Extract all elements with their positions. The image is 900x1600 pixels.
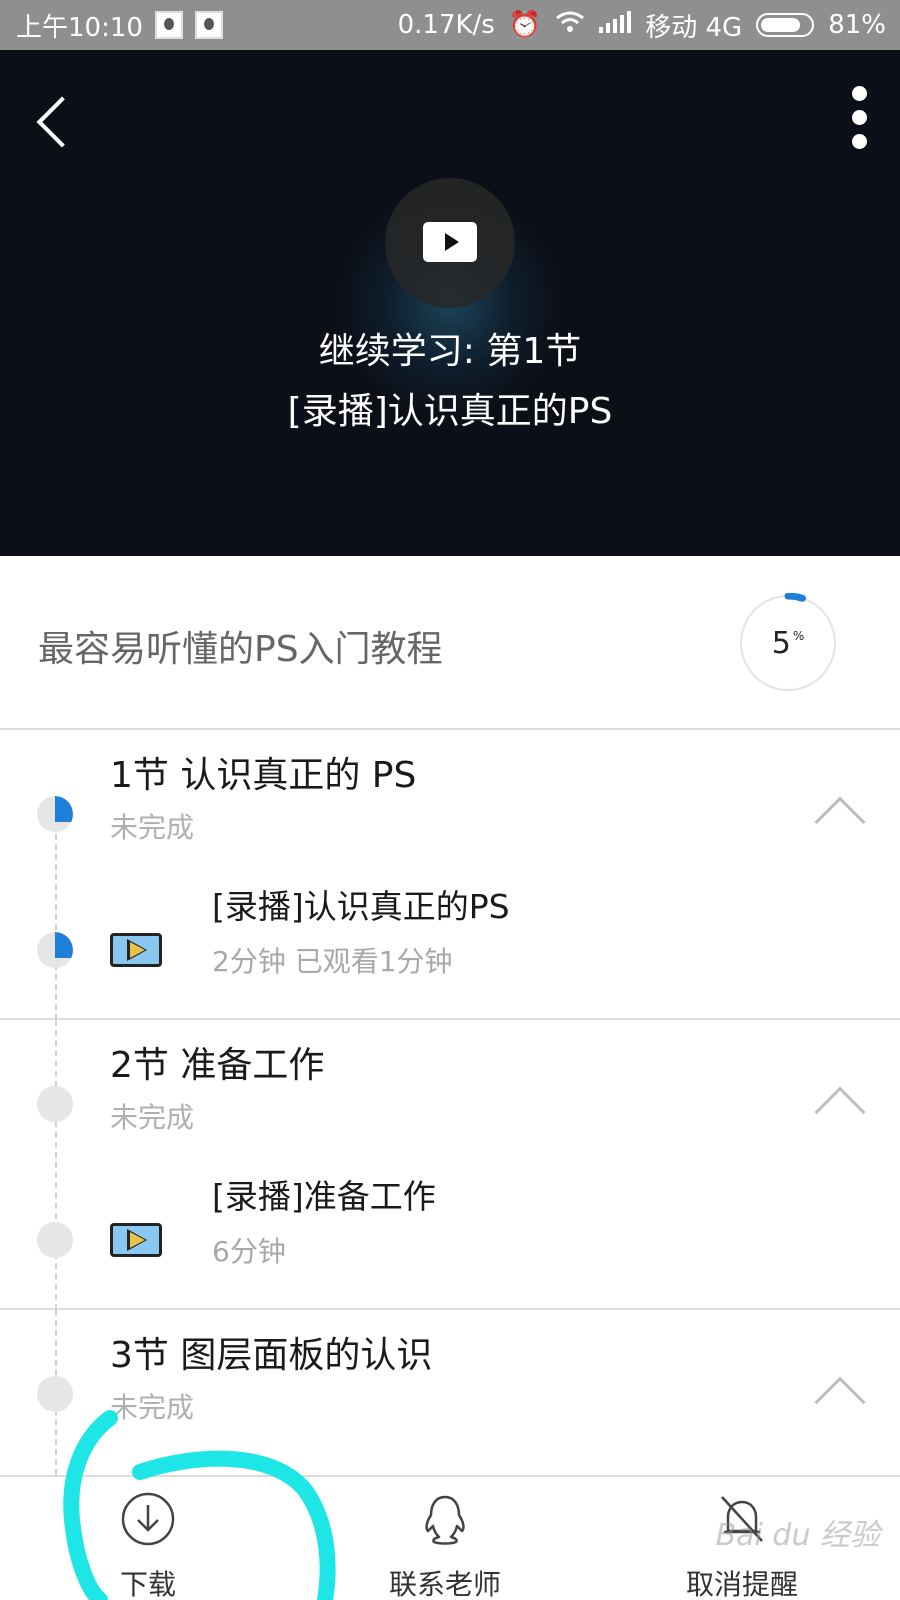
continue-learning-label: 继续学习: 第1节 <box>318 331 582 372</box>
network-speed: 0.17K/s <box>397 10 495 40</box>
section-status: 未完成 <box>110 1391 195 1424</box>
notification-thumbnail-icon <box>154 11 183 39</box>
more-options-button[interactable] <box>840 86 880 150</box>
section-title: 2节 准备工作 <box>110 1045 325 1086</box>
course-title: 最容易听懂的PS入门教程 <box>38 629 443 670</box>
section-progress-icon <box>37 1376 73 1412</box>
status-time: 上午10:10 <box>16 12 143 43</box>
carrier-label: 移动 4G <box>645 12 743 43</box>
contact-teacher-button[interactable]: 联系老师 <box>345 1477 545 1600</box>
status-bar: 上午10:10 0.17K/s ⏰ 移动 4G 81% <box>0 0 900 50</box>
alarm-icon: ⏰ <box>508 10 542 40</box>
play-icon <box>423 222 477 262</box>
chevron-up-icon[interactable] <box>814 796 866 848</box>
lesson-progress-icon <box>37 1222 73 1258</box>
cancel-reminder-label: 取消提醒 <box>685 1568 798 1600</box>
chevron-up-icon[interactable] <box>814 1086 866 1138</box>
contact-teacher-label: 联系老师 <box>388 1568 501 1600</box>
section-status: 未完成 <box>110 1101 195 1134</box>
play-button[interactable] <box>385 178 515 308</box>
watermark-logo: Bai du 经验 <box>715 1518 880 1553</box>
download-icon <box>121 1492 175 1546</box>
battery-icon <box>756 13 815 37</box>
section-1[interactable]: 1节 认识真正的 PS 未完成 [录播]认识真正的PS 2分钟 已观看1分钟 <box>0 730 900 1020</box>
chevron-up-icon[interactable] <box>814 1376 866 1428</box>
lesson-meta: 2分钟 已观看1分钟 <box>212 945 453 978</box>
lesson-progress-icon <box>37 932 73 968</box>
video-lesson-icon <box>110 1223 162 1257</box>
section-progress-icon <box>37 1086 73 1122</box>
section-status: 未完成 <box>110 811 195 844</box>
video-player[interactable]: 继续学习: 第1节 [录播]认识真正的PS <box>0 50 900 556</box>
section-progress-icon <box>37 796 73 832</box>
back-button[interactable] <box>26 90 86 150</box>
progress-unit: % <box>792 629 805 643</box>
video-lesson-icon <box>110 933 162 967</box>
download-button[interactable]: 下载 <box>48 1477 248 1600</box>
lesson-title: [录播]认识真正的PS <box>212 887 510 926</box>
section-title: 3节 图层面板的认识 <box>110 1335 433 1376</box>
section-title: 1节 认识真正的 PS <box>110 755 417 796</box>
qq-penguin-icon <box>425 1495 465 1545</box>
timeline-line <box>55 1020 57 1310</box>
section-2[interactable]: 2节 准备工作 未完成 [录播]准备工作 6分钟 <box>0 1020 900 1310</box>
current-lesson-title: [录播]认识真正的PS <box>287 391 613 432</box>
progress-percent: 5% <box>738 593 838 693</box>
timeline-line <box>55 814 57 1020</box>
notification-thumbnail-icon <box>194 11 223 39</box>
wifi-icon <box>555 10 585 41</box>
battery-percent: 81% <box>828 10 886 40</box>
progress-value: 5 <box>771 625 791 661</box>
signal-icon <box>599 10 632 40</box>
course-header: 最容易听懂的PS入门教程 5% <box>0 556 900 730</box>
lesson-meta: 6分钟 <box>212 1235 286 1268</box>
download-label: 下载 <box>119 1568 176 1600</box>
lesson-title: [录播]准备工作 <box>212 1177 436 1216</box>
section-3[interactable]: 3节 图层面板的认识 未完成 <box>0 1310 900 1475</box>
